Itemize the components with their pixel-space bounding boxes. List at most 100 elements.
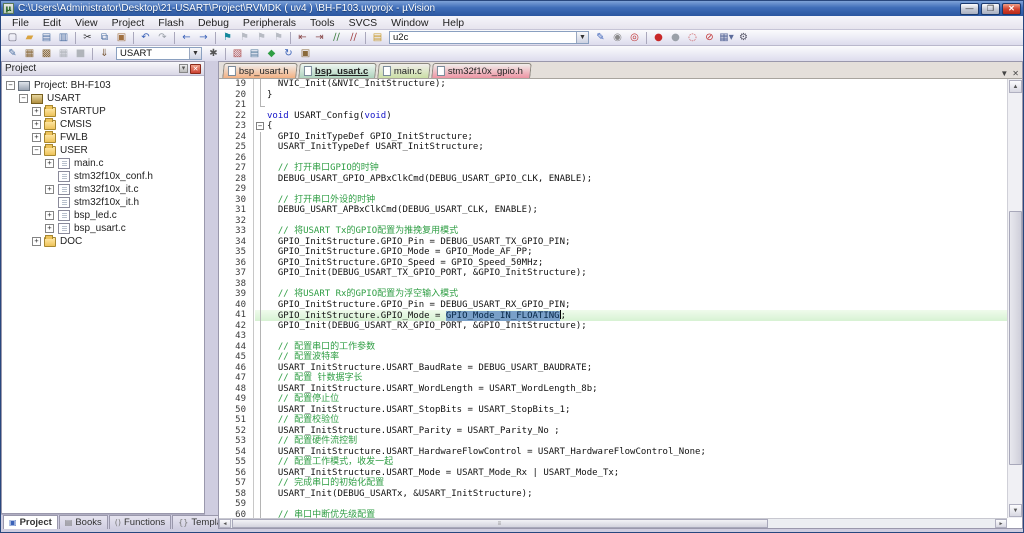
expand-icon[interactable]: + — [45, 224, 54, 233]
pin-icon[interactable]: ▾ — [179, 64, 188, 73]
tab-bsp_usart-c[interactable]: bsp_usart.c — [298, 63, 377, 78]
tree-item-usart[interactable]: −USART — [2, 92, 204, 105]
menu-debug[interactable]: Debug — [191, 17, 236, 29]
tab-list-icon[interactable]: ▼ — [1000, 69, 1008, 78]
options-for-target-button[interactable]: ✱ — [205, 47, 222, 61]
fold-collapse-icon[interactable]: − — [256, 122, 264, 130]
code-line[interactable]: 40 GPIO_InitStructure.GPIO_Pin = DEBUG_U… — [219, 300, 1007, 311]
expand-icon[interactable]: + — [32, 107, 41, 116]
chevron-down-icon[interactable]: ▼ — [576, 32, 588, 43]
code-line[interactable]: 59 — [219, 499, 1007, 510]
code-line[interactable]: 36 GPIO_InitStructure.GPIO_Speed = GPIO_… — [219, 258, 1007, 269]
redo-button[interactable]: ↷ — [154, 31, 171, 45]
find-combo[interactable]: u2c▼ — [389, 31, 589, 44]
bookmark-prev-button[interactable]: ⚑ — [236, 31, 253, 45]
tab-close-icon[interactable]: ✕ — [1012, 69, 1019, 78]
fold-gutter[interactable]: − — [255, 121, 266, 132]
code-line[interactable]: 54 USART_InitStructure.USART_HardwareFlo… — [219, 447, 1007, 458]
menu-project[interactable]: Project — [105, 17, 152, 29]
code-line[interactable]: 33 // 将USART Tx的GPIO配置为推挽复用模式 — [219, 226, 1007, 237]
tree-item-project-bh-f103[interactable]: −Project: BH-F103 — [2, 79, 204, 92]
find-book-button[interactable]: ▤ — [369, 31, 386, 45]
code-line[interactable]: 51 // 配置校验位 — [219, 415, 1007, 426]
menu-svcs[interactable]: SVCS — [342, 17, 385, 29]
vertical-scroll-thumb[interactable] — [1009, 211, 1022, 466]
bookmark-clear-button[interactable]: ⚑ — [270, 31, 287, 45]
horizontal-scrollbar[interactable]: ◄ ≡ ► — [219, 518, 1007, 528]
copy-button[interactable]: ⧉ — [96, 31, 113, 45]
incremental-find-button[interactable]: ✎ — [592, 31, 609, 45]
view-tab-functions[interactable]: ()Functions — [109, 515, 171, 529]
code-line[interactable]: 28 DEBUG_USART_GPIO_APBxClkCmd(DEBUG_USA… — [219, 174, 1007, 185]
project-panel-close-icon[interactable]: ✕ — [190, 64, 201, 74]
scroll-left-icon[interactable]: ◄ — [219, 519, 231, 528]
code-line[interactable]: 53 // 配置硬件流控制 — [219, 436, 1007, 447]
new-file-button[interactable]: ▢ — [4, 31, 21, 45]
code-line[interactable]: 55 // 配置工作模式，收发一起 — [219, 457, 1007, 468]
menu-edit[interactable]: Edit — [36, 17, 68, 29]
chevron-down-icon[interactable]: ▼ — [189, 48, 201, 59]
bookmark-next-button[interactable]: ⚑ — [253, 31, 270, 45]
menu-tools[interactable]: Tools — [303, 17, 342, 29]
expand-icon[interactable]: + — [32, 133, 41, 142]
target-combo[interactable]: USART▼ — [116, 47, 202, 60]
tree-item-bsp-led-c[interactable]: +bsp_led.c — [2, 209, 204, 222]
expand-icon[interactable]: + — [45, 159, 54, 168]
code-line[interactable]: 38 — [219, 279, 1007, 290]
code-line[interactable]: 29 — [219, 184, 1007, 195]
open-file-button[interactable]: ▰ — [21, 31, 38, 45]
unindent-button[interactable]: ⇤ — [294, 31, 311, 45]
minimize-button[interactable]: — — [960, 3, 979, 15]
menu-window[interactable]: Window — [384, 17, 435, 29]
panel-splitter[interactable] — [205, 61, 218, 529]
view-tab-project[interactable]: ▣Project — [3, 515, 58, 529]
disable-all-breakpoints-button[interactable]: ◌ — [684, 31, 701, 45]
collapse-icon[interactable]: − — [6, 81, 15, 90]
tree-item-fwlb[interactable]: +FWLB — [2, 131, 204, 144]
tree-item-doc[interactable]: +DOC — [2, 235, 204, 248]
code-line[interactable]: 35 GPIO_InitStructure.GPIO_Mode = GPIO_M… — [219, 247, 1007, 258]
code-line[interactable]: 47 // 配置 针数据字长 — [219, 373, 1007, 384]
comment-selection-button[interactable]: ∕∕ — [328, 31, 345, 45]
tab-stm32f10x_gpio-h[interactable]: stm32f10x_gpio.h — [431, 63, 532, 78]
toggle-breakpoint-button[interactable]: ● — [667, 31, 684, 45]
expand-icon[interactable]: + — [32, 120, 41, 129]
menu-view[interactable]: View — [68, 17, 105, 29]
tree-item-stm32f10x-it-c[interactable]: +stm32f10x_it.c — [2, 183, 204, 196]
code-line[interactable]: 30 // 打开串口外设的时钟 — [219, 195, 1007, 206]
software-packs-button[interactable]: ↻ — [280, 47, 297, 61]
paste-button[interactable]: ▣ — [113, 31, 130, 45]
undo-button[interactable]: ↶ — [137, 31, 154, 45]
tab-bsp_usart-h[interactable]: bsp_usart.h — [222, 63, 297, 78]
vertical-scrollbar[interactable]: ▲ ▼ — [1007, 79, 1022, 518]
code-line[interactable]: 43 — [219, 331, 1007, 342]
file-extensions-button[interactable]: ▤ — [246, 47, 263, 61]
window-layout-button[interactable]: ▦▾ — [718, 31, 735, 45]
kill-all-breakpoints-button[interactable]: ⊘ — [701, 31, 718, 45]
menu-file[interactable]: File — [5, 17, 36, 29]
batch-build-button[interactable]: ▦ — [55, 47, 72, 61]
code-area[interactable]: 19 NVIC_Init(&NVIC_InitStructure);20}21 2… — [219, 79, 1007, 518]
manage-project-items-button[interactable]: ▧ — [229, 47, 246, 61]
scroll-right-icon[interactable]: ► — [995, 519, 1007, 528]
code-line[interactable]: 56 USART_InitStructure.USART_Mode = USAR… — [219, 468, 1007, 479]
code-line[interactable]: 57 // 完成串口的初始化配置 — [219, 478, 1007, 489]
configure-button[interactable]: ⚙ — [735, 31, 752, 45]
code-line[interactable]: 21 — [219, 100, 1007, 111]
code-line[interactable]: 23−{ — [219, 121, 1007, 132]
code-line[interactable]: 52 USART_InitStructure.USART_Parity = US… — [219, 426, 1007, 437]
translate-file-button[interactable]: ✎ — [4, 47, 21, 61]
code-line[interactable]: 45 // 配置波特率 — [219, 352, 1007, 363]
tab-main-c[interactable]: main.c — [377, 63, 431, 78]
restore-button[interactable]: ❐ — [981, 3, 1000, 15]
code-line[interactable]: 19 NVIC_Init(&NVIC_InitStructure); — [219, 79, 1007, 90]
highlight-search-button[interactable]: ◉ — [609, 31, 626, 45]
rebuild-all-button[interactable]: ▩ — [38, 47, 55, 61]
navigate-back-button[interactable]: ← — [178, 31, 195, 45]
save-button[interactable]: ▤ — [38, 31, 55, 45]
code-line[interactable]: 34 GPIO_InitStructure.GPIO_Pin = DEBUG_U… — [219, 237, 1007, 248]
tree-item-main-c[interactable]: +main.c — [2, 157, 204, 170]
code-line[interactable]: 32 — [219, 216, 1007, 227]
code-line[interactable]: 20} — [219, 90, 1007, 101]
code-line[interactable]: 25 USART_InitTypeDef USART_InitStructure… — [219, 142, 1007, 153]
